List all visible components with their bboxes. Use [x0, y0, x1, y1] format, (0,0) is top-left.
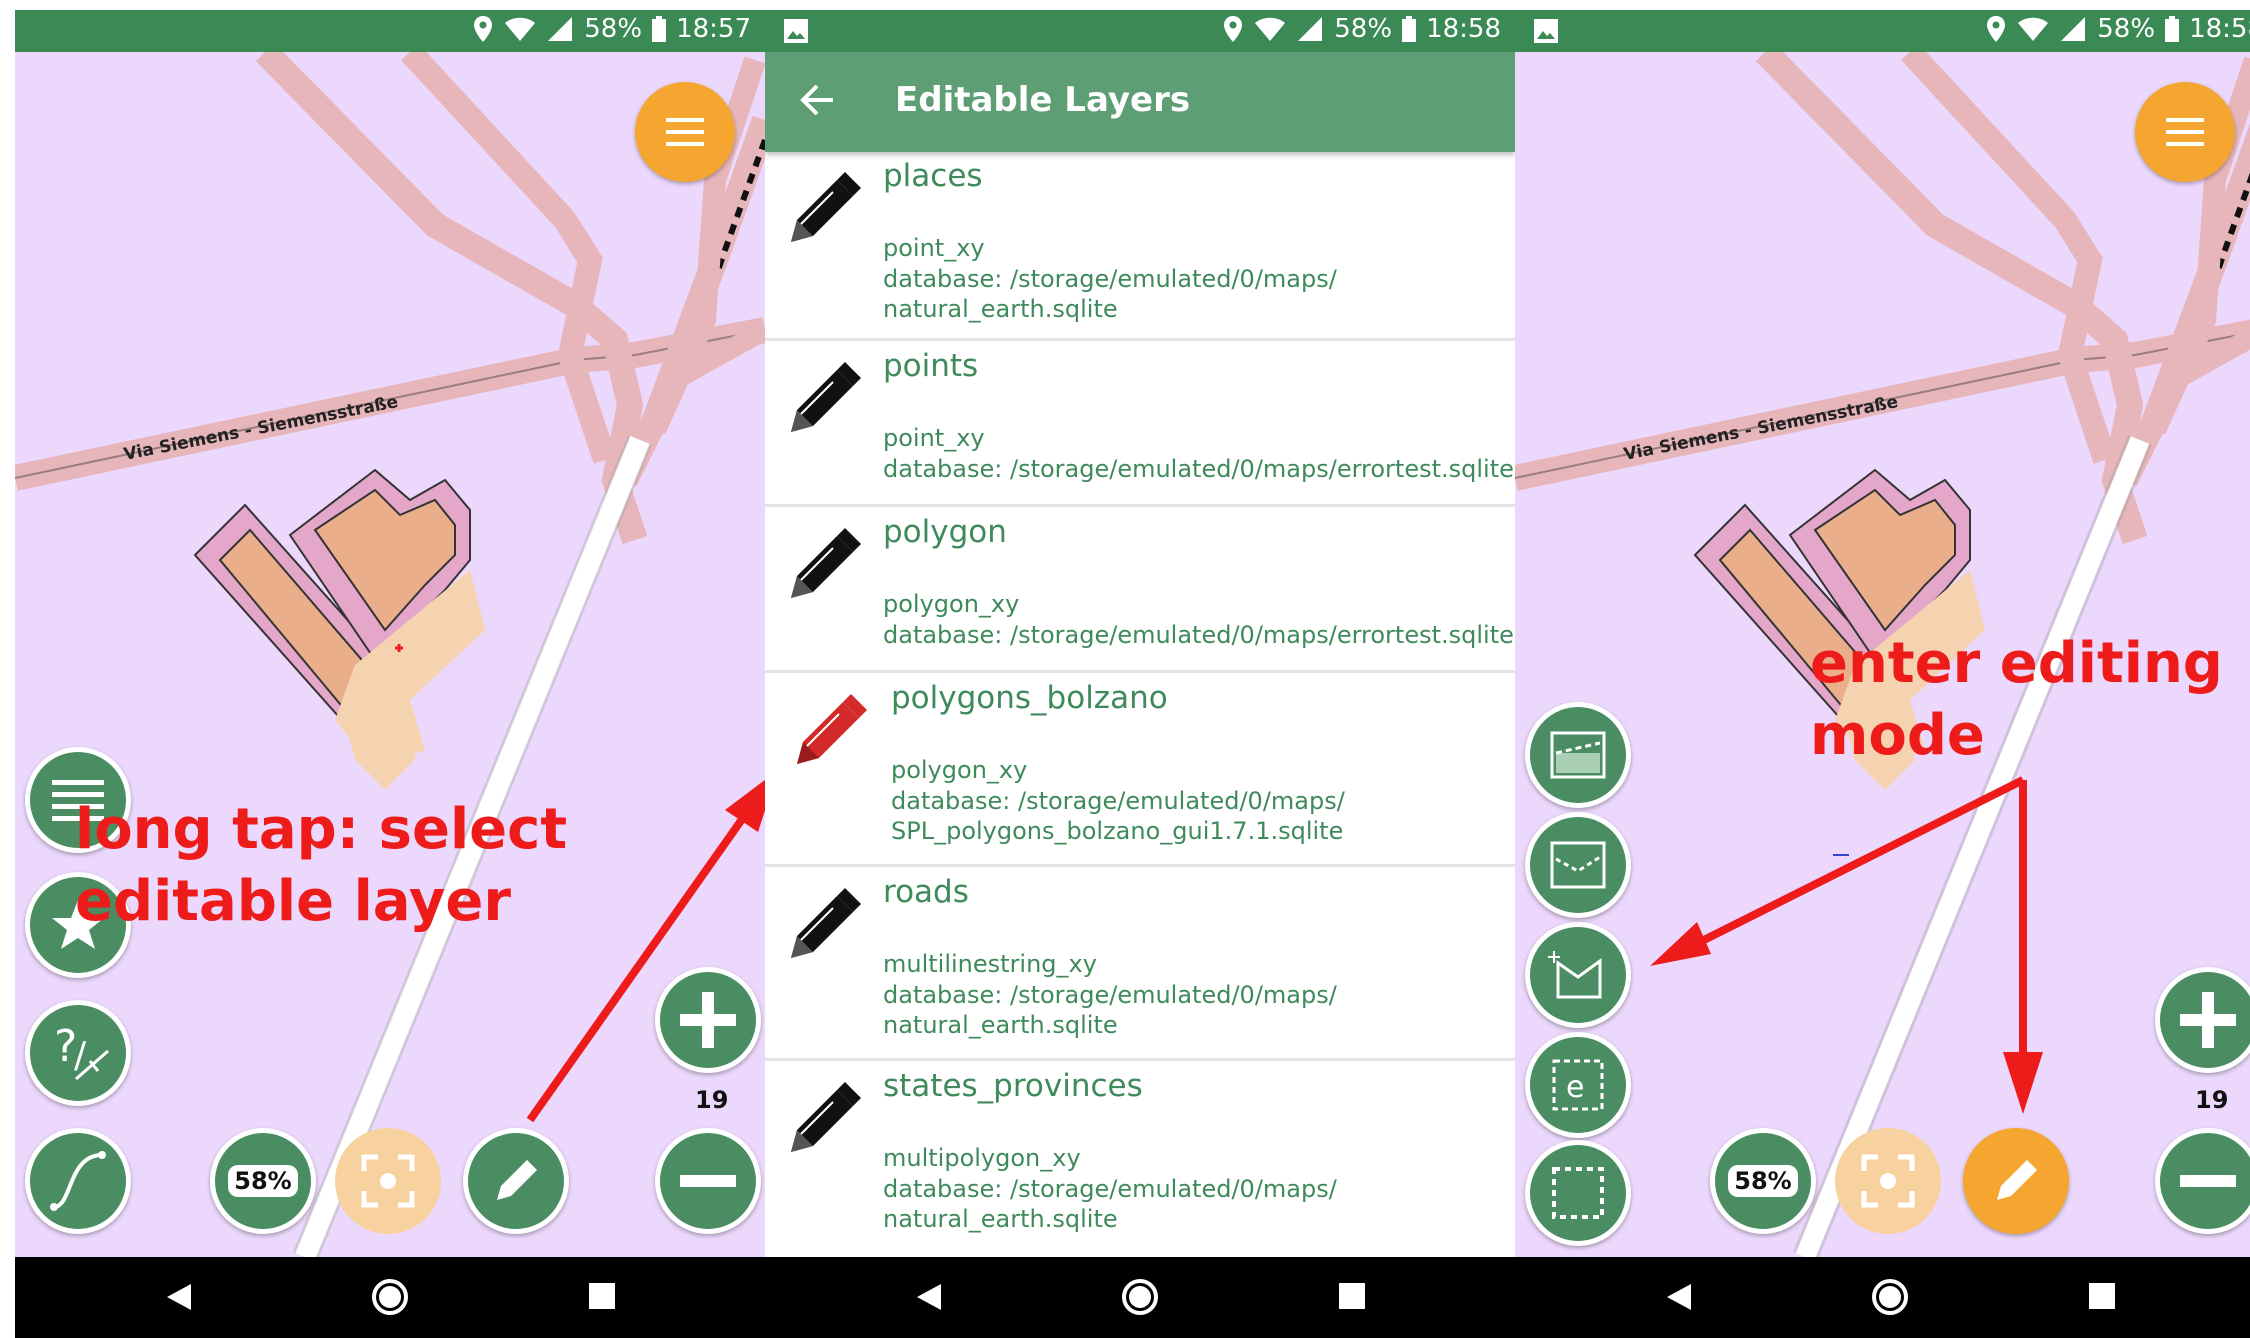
status-bar: 58% 18:58: [1515, 10, 2250, 52]
battery-percent: 58%: [1334, 14, 1393, 44]
layer-geometry: multilinestring_xy: [883, 950, 1097, 978]
image-notification-icon: [784, 19, 808, 43]
battery-icon: [1402, 16, 1417, 42]
back-arrow-icon[interactable]: [799, 82, 835, 118]
layer-list: places point_xy database: /storage/emula…: [765, 152, 1515, 1257]
layer-geometry: multipolygon_xy: [883, 1144, 1081, 1172]
page-title: Editable Layers: [895, 80, 1191, 120]
layer-item-roads[interactable]: roads multilinestring_xy database: /stor…: [765, 868, 1515, 1061]
layer-item-polygon[interactable]: polygon polygon_xy database: /storage/em…: [765, 508, 1515, 673]
layer-name: places: [883, 158, 983, 194]
pencil-icon: [791, 1082, 861, 1152]
recents-nav-icon[interactable]: [1338, 1282, 1366, 1310]
layer-geometry: point_xy: [883, 234, 985, 262]
signal-icon: [2061, 17, 2086, 41]
nav-bar: [1515, 1257, 2250, 1338]
home-nav-icon[interactable]: [1870, 1277, 1910, 1317]
back-nav-icon[interactable]: [915, 1282, 943, 1312]
layer-item-states-provinces[interactable]: states_provinces multipolygon_xy databas…: [765, 1062, 1515, 1257]
app-bar: Editable Layers: [765, 52, 1515, 152]
layer-database: database: /storage/emulated/0/maps/error…: [883, 455, 1514, 483]
map-view[interactable]: Via Siemens - Siemensstraße e 58% 19 ent…: [1515, 52, 2250, 1257]
battery-icon: [2165, 16, 2180, 42]
layer-geometry: point_xy: [883, 424, 985, 452]
pencil-icon: [791, 888, 861, 958]
layer-name: points: [883, 348, 979, 384]
layer-geometry: polygon_xy: [891, 756, 1028, 784]
layer-item-polygons-bolzano[interactable]: polygons_bolzano polygon_xy database: /s…: [765, 674, 1515, 867]
wifi-icon: [2018, 17, 2049, 41]
annotation-arrows: [1650, 776, 2043, 1114]
layer-name: polygon: [883, 514, 1007, 550]
layer-geometry: polygon_xy: [883, 590, 1020, 618]
layer-name: roads: [883, 874, 969, 910]
map-screen-right: 58% 18:58 Via Siemens - Siemensstraße: [1515, 0, 2250, 1338]
layer-name: states_provinces: [883, 1068, 1143, 1104]
layer-database: database: /storage/emulated/0/maps/error…: [883, 621, 1514, 649]
signal-icon: [1298, 17, 1323, 41]
layer-database: database: /storage/emulated/0/maps/ natu…: [883, 981, 1337, 1039]
pencil-icon: [791, 172, 861, 242]
layer-database: database: /storage/emulated/0/maps/ SPL_…: [891, 787, 1345, 845]
clock: 18:58: [2189, 14, 2250, 44]
battery-percent: 58%: [2097, 14, 2156, 44]
status-bar: 58% 18:58: [765, 10, 1515, 52]
back-nav-icon[interactable]: [1665, 1282, 1693, 1312]
clock: 18:58: [1426, 14, 1501, 44]
location-icon: [1987, 16, 2006, 42]
layer-item-places[interactable]: places point_xy database: /storage/emula…: [765, 152, 1515, 341]
pencil-icon: [791, 528, 861, 598]
pencil-icon: [791, 362, 861, 432]
wifi-icon: [1255, 17, 1286, 41]
layer-name: polygons_bolzano: [891, 680, 1168, 716]
recents-nav-icon[interactable]: [2088, 1282, 2116, 1310]
pencil-active-icon: [797, 694, 867, 764]
home-nav-icon[interactable]: [1120, 1277, 1160, 1317]
image-notification-icon: [1534, 19, 1558, 43]
layer-database: database: /storage/emulated/0/maps/ natu…: [883, 1175, 1337, 1233]
location-icon: [1224, 16, 1243, 42]
editable-layers-screen: 58% 18:58 Editable Layers places point_x…: [765, 0, 1515, 1338]
layer-item-points[interactable]: points point_xy database: /storage/emula…: [765, 342, 1515, 507]
layer-database: database: /storage/emulated/0/maps/ natu…: [883, 265, 1337, 323]
nav-bar: [765, 1257, 1515, 1338]
